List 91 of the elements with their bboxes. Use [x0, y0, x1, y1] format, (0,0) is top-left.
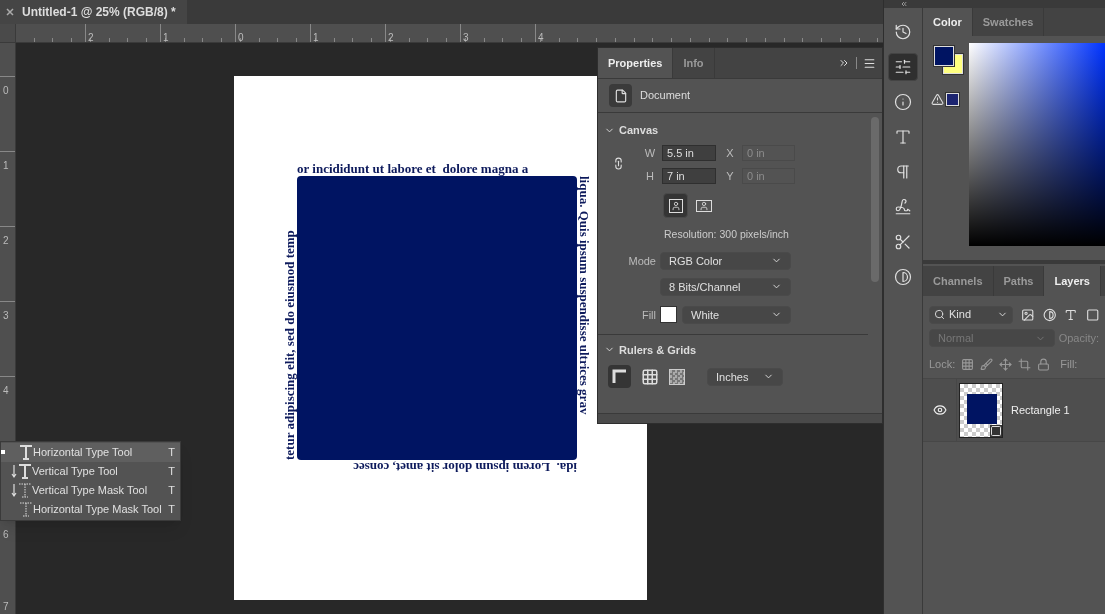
portrait-button[interactable] [663, 193, 688, 218]
panel-tab[interactable]: Color [923, 8, 973, 36]
ruler-label: 4 [538, 32, 544, 43]
path-text: tetur adipiscing elit, sed do eiusmod temp [283, 229, 297, 460]
ruler-label: 1 [313, 32, 319, 43]
ruler-label: 1 [163, 32, 169, 43]
brush-icon[interactable] [980, 357, 994, 371]
ruler-label: 2 [88, 32, 94, 43]
mode-dropdown[interactable]: RGB Color [660, 251, 791, 270]
resolution-text: Resolution: 300 pixels/inch [664, 227, 790, 242]
script-letter-icon [894, 198, 912, 216]
path-text: or incididunt ut labore et dolore magna a [297, 162, 530, 176]
section-header[interactable]: Rulers & Grids [598, 336, 868, 363]
dashed-type-icon [19, 502, 32, 517]
path-text: ida. Lorem ipsum dolor sit amet, consec [352, 460, 577, 474]
lock-icon[interactable] [1037, 357, 1051, 371]
warning-icon [931, 93, 944, 106]
dimension-field[interactable]: 5.5 in [662, 145, 716, 162]
type-icon [19, 445, 32, 460]
color-field[interactable] [969, 43, 1105, 246]
type-icon [11, 464, 31, 479]
ruler-label: 6 [3, 529, 9, 540]
layer-name[interactable]: Rectangle 1 [1011, 401, 1070, 419]
person-icon [668, 198, 683, 213]
scissors-icon [894, 233, 912, 251]
ruler-label: 3 [463, 32, 469, 43]
fill-label: Fill [640, 307, 657, 323]
pilcrow-icon [894, 163, 912, 181]
selected-mark [1, 450, 5, 454]
checker-icon[interactable] [669, 368, 685, 385]
dimension-label: H [645, 168, 655, 184]
position-label: X [725, 146, 735, 161]
dimension-label: W [643, 146, 657, 161]
ruler-label: 4 [3, 385, 9, 396]
layer-row[interactable]: Rectangle 1 [923, 378, 1105, 442]
ruler-label: 2 [3, 235, 9, 246]
image-icon[interactable] [1021, 307, 1035, 322]
filter-dropdown[interactable]: Kind [929, 305, 1014, 324]
ruler-label: 1 [3, 160, 9, 171]
ruler-toggle[interactable] [608, 365, 631, 389]
foreground-swatch[interactable] [934, 46, 954, 66]
search-icon [934, 309, 945, 320]
ruler-label: 2 [388, 32, 394, 43]
menu-icon[interactable] [863, 56, 876, 70]
tool-menu-item[interactable]: Vertical Type Tool T [1, 462, 180, 481]
close-icon[interactable] [6, 8, 14, 16]
contrast-icon [894, 268, 912, 286]
dashed-type-icon [11, 483, 31, 498]
lock-label: Lock: [929, 356, 956, 372]
dock-button[interactable] [888, 53, 918, 81]
ruler-label: 0 [238, 32, 244, 43]
contrast-icon[interactable] [1042, 307, 1057, 322]
person-icon [695, 199, 712, 212]
ruler-label: 3 [3, 310, 9, 321]
fill-swatch[interactable] [660, 306, 677, 324]
type-icon[interactable] [1064, 307, 1078, 322]
grid-icon[interactable] [641, 367, 659, 386]
eye-icon[interactable] [932, 403, 947, 417]
collapse-icon[interactable] [838, 57, 850, 69]
move-icon[interactable] [999, 357, 1013, 371]
info-icon [894, 93, 912, 111]
units-dropdown[interactable]: Inches [707, 367, 783, 386]
ruler-corner-icon [611, 368, 628, 385]
mode-label: Mode [627, 253, 657, 269]
tool-menu-item[interactable]: Horizontal Type Tool T [1, 443, 180, 462]
shape-icon[interactable] [1085, 307, 1099, 322]
fill-dropdown[interactable]: White [682, 305, 791, 324]
history-icon [894, 23, 912, 41]
type-icon [894, 128, 912, 146]
document-title: Untitled-1 @ 25% (RGB/8) * [22, 4, 176, 21]
checker-icon[interactable] [961, 357, 975, 371]
path-text: liqua. Quis ipsum suspendisse ultrices grav [577, 176, 591, 417]
panel-tab[interactable]: Layers [1044, 266, 1101, 296]
fill-label: Fill: [1060, 356, 1078, 372]
document-icon [613, 88, 628, 103]
tool-menu-item[interactable]: Vertical Type Mask Tool T [1, 481, 180, 500]
sliders-icon [894, 58, 912, 76]
panel-tab[interactable]: Properties [598, 48, 674, 78]
ruler-label: 0 [3, 85, 9, 96]
bit-depth-dropdown[interactable]: 8 Bits/Channel [660, 277, 791, 296]
dimension-field[interactable]: 7 in [662, 167, 716, 184]
document-label: Document [640, 88, 691, 104]
collapse-icon[interactable] [899, 0, 908, 8]
gamut-swatch[interactable] [946, 93, 959, 106]
ruler-label: 7 [3, 601, 9, 612]
document-tab[interactable]: Untitled-1 @ 25% (RGB/8) * [0, 0, 187, 24]
tool-menu-item[interactable]: Horizontal Type Mask Tool T [1, 500, 180, 519]
resize-grip[interactable] [598, 413, 882, 423]
position-label: Y [725, 168, 735, 184]
section-header[interactable]: Canvas [598, 117, 868, 143]
shape-badge-icon [990, 424, 1002, 437]
